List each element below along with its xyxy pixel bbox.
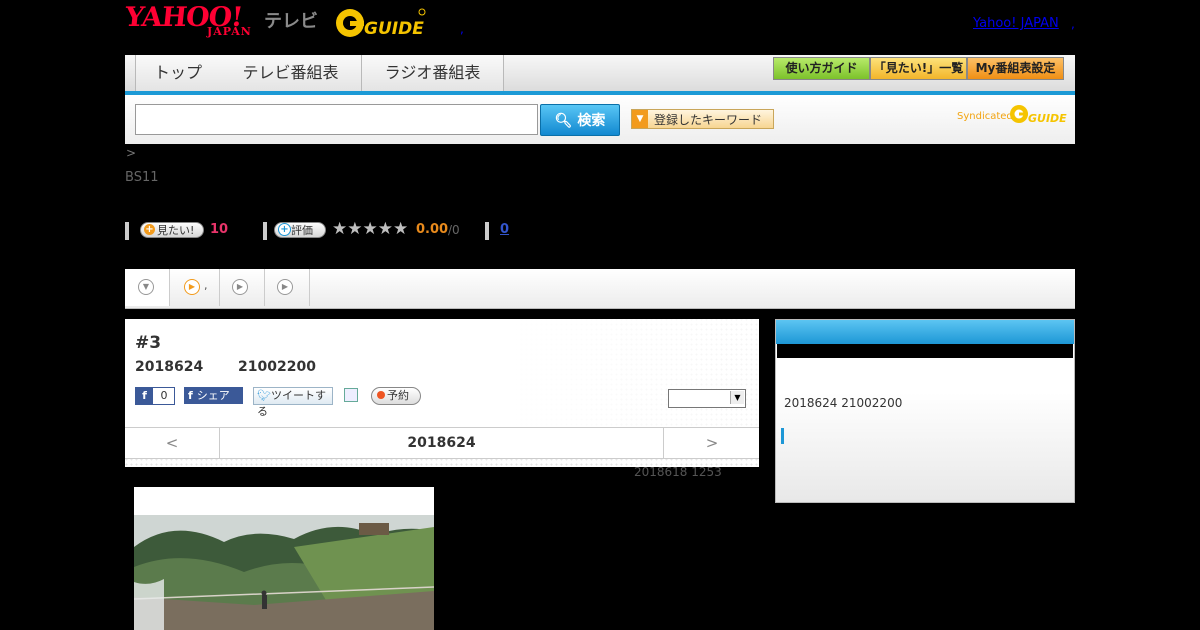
channel-name: BS11 — [125, 170, 159, 185]
header-separator: , — [460, 22, 464, 36]
sidebar-box-header — [776, 320, 1074, 344]
sidebar-box-band — [777, 344, 1073, 358]
rating-stars: ★★★★★ — [332, 219, 409, 239]
reviews-link[interactable]: 0 — [500, 222, 509, 237]
facebook-icon: f — [136, 388, 153, 404]
twitter-icon: 🐦︎ — [257, 389, 271, 402]
sidebar-box: 2018624 21002200 — [775, 319, 1075, 503]
syndicated-gguide-logo: GUIDE — [1010, 105, 1067, 125]
play-icon: ▶ — [232, 279, 248, 295]
search-input[interactable] — [135, 104, 538, 135]
want-button-label: 見たい! — [157, 224, 195, 237]
rate-button-label: 評価 — [291, 224, 313, 237]
play-icon: ▶ — [184, 279, 200, 295]
registered-keywords-button[interactable]: ▼ 登録したキーワード — [631, 109, 774, 129]
facebook-like-count: 0 — [160, 389, 168, 402]
tab-4[interactable]: ▶ — [265, 269, 310, 306]
program-action-select[interactable]: ▼ — [668, 389, 746, 408]
program-image — [134, 487, 434, 630]
svg-text:GUIDE: GUIDE — [364, 19, 424, 39]
facebook-share-button[interactable]: f シェア — [184, 387, 243, 404]
sidebar-broadcast-time: 2018624 21002200 — [784, 396, 903, 410]
header-link-separator: , — [1071, 17, 1075, 31]
chevron-down-icon: ▼ — [138, 279, 154, 295]
current-date: 2018624 — [407, 435, 476, 451]
sidebar-accent-bar — [781, 428, 784, 444]
search-button-label: 検索 — [577, 113, 606, 129]
program-panel: #3 2018624 21002200 f 0 f シェア 🐦︎ツイートする 予約… — [125, 319, 759, 467]
rate-button[interactable]: + 評価 — [274, 222, 326, 238]
rating-count: /0 — [448, 223, 460, 237]
syndicated-label: Syndicated — [957, 111, 1013, 122]
gguide-logo[interactable]: GUIDE — [334, 7, 426, 39]
tv-logo-text: テレビ — [264, 11, 318, 32]
program-time: 21002200 — [238, 359, 316, 375]
tab-sep: , — [204, 279, 208, 292]
search-bar: 🔍︎ 検索 ▼ 登録したキーワード Syndicated GUIDE — [125, 95, 1075, 144]
yahoo-japan-link[interactable]: Yahoo! JAPAN — [973, 16, 1059, 31]
my-listings-settings-button[interactable]: My番組表設定 — [967, 57, 1064, 80]
nav-tab-radio-listings[interactable]: ラジオ番組表 — [362, 55, 504, 91]
yahoo-japan-logo-text: JAPAN — [207, 25, 252, 38]
nav-tab-top[interactable]: トップ — [135, 55, 221, 91]
breadcrumb[interactable]: > — [126, 146, 136, 160]
plus-icon: + — [278, 223, 291, 236]
nav-tab-tv-listings[interactable]: テレビ番組表 — [220, 55, 362, 91]
stat-divider — [125, 222, 129, 240]
plus-icon: + — [144, 224, 155, 235]
want-list-button[interactable]: 「見たい!」一覧 — [870, 57, 967, 80]
tweet-button[interactable]: 🐦︎ツイートする — [253, 387, 333, 418]
facebook-icon: f — [188, 389, 193, 402]
stat-divider — [263, 222, 267, 240]
tab-active[interactable]: ▼ — [125, 269, 170, 306]
guide-button[interactable]: 使い方ガイド — [773, 57, 870, 80]
want-button[interactable]: + 見たい! — [140, 222, 204, 238]
rating-value: 0.00 — [416, 222, 449, 237]
search-button[interactable]: 🔍︎ 検索 — [540, 104, 620, 136]
tab-2[interactable]: ▶ , — [170, 269, 220, 306]
dropdown-arrow-icon: ▼ — [632, 110, 648, 128]
tab-3[interactable]: ▶ — [220, 269, 265, 306]
global-nav: トップ テレビ番組表 ラジオ番組表 使い方ガイド 「見たい!」一覧 My番組表設… — [125, 55, 1075, 95]
record-label: 予約 — [387, 389, 409, 402]
date-navigation: < 2018624 > — [125, 427, 759, 459]
play-icon: ▶ — [277, 279, 293, 295]
stat-divider — [485, 222, 489, 240]
program-tabs: ▼ ▶ , ▶ ▶ — [125, 269, 1075, 309]
record-dot-icon — [377, 391, 385, 399]
chevron-down-icon: ▼ — [730, 391, 744, 404]
facebook-like-button[interactable]: f 0 — [135, 387, 175, 405]
svg-text:GUIDE: GUIDE — [1028, 112, 1067, 125]
updated-timestamp: 2018618 1253 — [634, 465, 722, 479]
program-photo — [134, 487, 434, 630]
program-date: 2018624 — [135, 359, 204, 375]
record-button[interactable]: 予約 — [371, 387, 421, 405]
want-count: 10 — [210, 222, 229, 237]
program-header: #3 2018624 21002200 f 0 f シェア 🐦︎ツイートする 予約… — [125, 319, 759, 427]
search-icon: 🔍︎ — [554, 113, 573, 129]
next-date-button[interactable]: > — [663, 428, 760, 458]
calendar-add-icon[interactable] — [344, 388, 358, 402]
prev-date-button[interactable]: < — [125, 428, 220, 458]
facebook-share-label: シェア — [196, 389, 230, 402]
program-title: #3 — [135, 333, 162, 353]
registered-keywords-label: 登録したキーワード — [654, 113, 763, 127]
